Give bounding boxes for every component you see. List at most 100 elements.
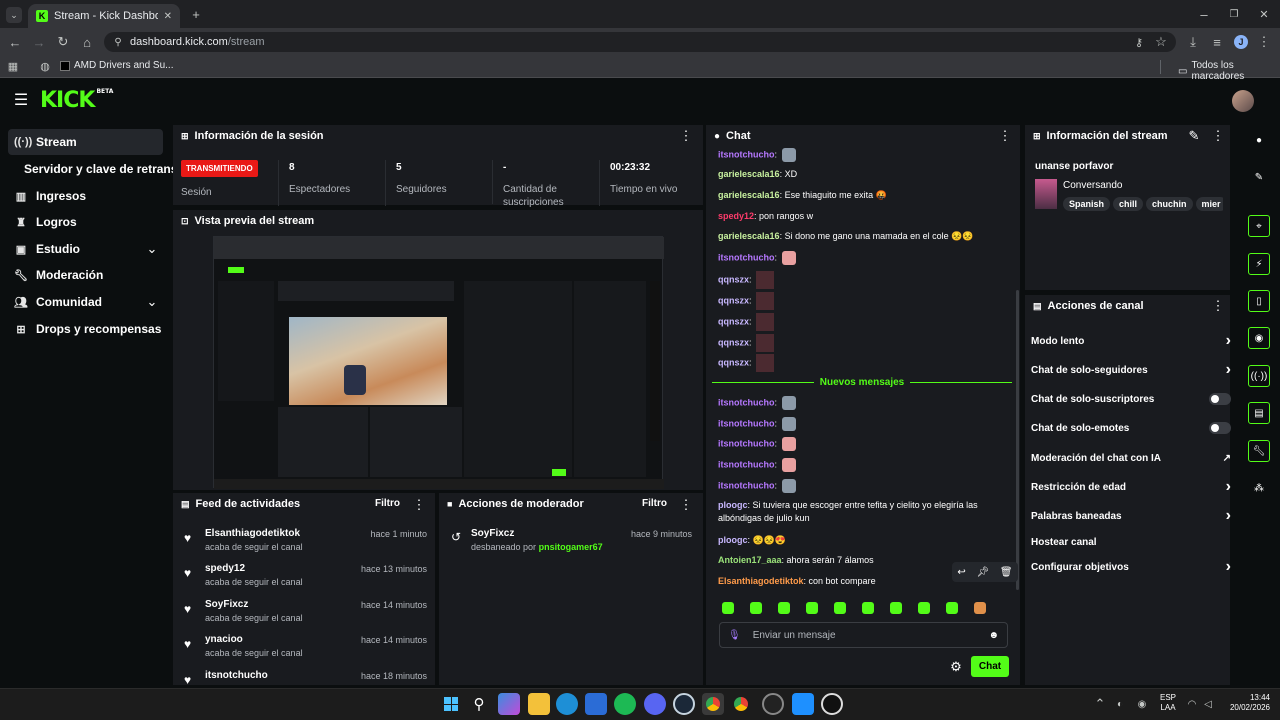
emote-icon[interactable] xyxy=(946,602,958,614)
sidebar-item-comunidad[interactable]: 👥︎ Comunidad xyxy=(8,289,163,315)
channel-action-item[interactable]: Chat de solo-emotes xyxy=(1031,417,1231,439)
chat-username[interactable]: qqnszx xyxy=(718,274,749,284)
pin-icon[interactable]: 📌︎ xyxy=(976,567,989,578)
chat-username[interactable]: itsnotchucho xyxy=(718,149,775,159)
chevron-right-icon[interactable]: › xyxy=(1226,558,1231,576)
sidebar-item-drops[interactable]: ⊞ Drops y recompensas xyxy=(8,316,163,342)
apps-grid-icon[interactable]: ▦ xyxy=(6,59,20,73)
chat-message[interactable]: qqnszx: xyxy=(718,334,1008,352)
user-avatar[interactable] xyxy=(1232,90,1254,112)
feed-filter-button[interactable]: Filtro xyxy=(375,498,400,509)
channel-action-item[interactable]: Configurar objetivos › xyxy=(1031,556,1231,578)
clock[interactable]: 13:44 20/02/2026 xyxy=(1226,693,1270,713)
lightning-tool-icon[interactable]: ⚡︎ xyxy=(1248,253,1270,275)
minimize-icon[interactable]: – xyxy=(1196,6,1212,22)
delete-icon[interactable]: 🗑︎ xyxy=(1000,567,1013,578)
channel-action-item[interactable]: Chat de solo-seguidores › xyxy=(1031,359,1231,381)
chat-message[interactable]: spedy12: pon rangos w xyxy=(718,210,1008,223)
users-tool-icon[interactable]: ⁂ xyxy=(1248,477,1270,499)
emote-icon[interactable] xyxy=(974,602,986,614)
maximize-icon[interactable]: ❐ xyxy=(1226,6,1242,22)
tray-app2-icon[interactable]: ◉ xyxy=(1136,697,1148,711)
pencil-tool-icon[interactable]: ✎ xyxy=(1248,166,1270,188)
reading-list-icon[interactable]: ≡ xyxy=(1210,34,1224,50)
emote-icon[interactable] xyxy=(778,602,790,614)
channel-action-item[interactable]: Moderación del chat con IA ↗ xyxy=(1031,447,1231,469)
emoji-picker-icon[interactable]: ☻ xyxy=(988,630,999,641)
sidebar-item-estudio[interactable]: ▣ Estudio xyxy=(8,236,163,262)
sidebar-item-logros[interactable]: ♜ Logros xyxy=(8,209,163,235)
stream-preview-video[interactable] xyxy=(213,236,664,489)
channel-action-item[interactable]: Palabras baneadas › xyxy=(1031,505,1231,527)
chat-username[interactable]: itsnotchucho xyxy=(718,252,775,262)
layers-tool-icon[interactable]: ▤ xyxy=(1248,402,1270,424)
edge-icon[interactable] xyxy=(556,693,578,715)
wrench-tool-icon[interactable]: 🔧︎ xyxy=(1248,440,1270,462)
chat-username[interactable]: itsnotchucho xyxy=(718,438,775,448)
feed-item[interactable]: ♥ SoyFixcz acaba de seguir el canal hace… xyxy=(182,599,432,633)
chevron-right-icon[interactable]: › xyxy=(1226,361,1231,379)
bookmark-star-icon[interactable]: ☆ xyxy=(1154,34,1168,50)
toggle-switch[interactable] xyxy=(1209,422,1231,434)
channel-action-item[interactable]: Hostear canal xyxy=(1031,531,1231,553)
emote-icon[interactable] xyxy=(806,602,818,614)
mic-icon[interactable]: 🎙︎ xyxy=(728,630,741,641)
chat-username[interactable]: qqnszx xyxy=(718,357,749,367)
chat-message[interactable]: qqnszx: xyxy=(718,354,1008,372)
feed-item[interactable]: ♥ ynacioo acaba de seguir el canal hace … xyxy=(182,634,432,668)
chat-message[interactable]: itsnotchucho: xyxy=(718,417,1008,431)
chat-message[interactable]: itsnotchucho: xyxy=(718,396,1008,410)
chat-username[interactable]: qqnszx xyxy=(718,337,749,347)
chat-message[interactable]: itsnotchucho: xyxy=(718,458,1008,472)
category-name[interactable]: Conversando xyxy=(1063,180,1122,191)
channel-actions-more-icon[interactable]: ⋮ xyxy=(1212,298,1225,313)
target-tool-icon[interactable]: ⌖ xyxy=(1248,215,1270,237)
chat-message[interactable]: qqnszx: xyxy=(718,292,1008,310)
info-circle-icon[interactable]: ● xyxy=(1248,129,1270,151)
bookmark-amd[interactable]: AMD Drivers and Su... xyxy=(60,60,173,71)
hamburger-menu-icon[interactable]: ☰ xyxy=(13,92,29,109)
chat-username[interactable]: itsnotchucho xyxy=(718,397,775,407)
reply-icon[interactable]: ↩ xyxy=(957,567,965,578)
emote-icon[interactable] xyxy=(834,602,846,614)
chat-message[interactable]: ploogc: 😣😣😍 xyxy=(718,534,1008,547)
mod-action-item[interactable]: ↺ SoyFixcz desbaneado por pnsitogamer67 … xyxy=(449,528,697,558)
chrome-profile-icon[interactable] xyxy=(734,697,748,711)
channel-action-item[interactable]: Chat de solo-suscriptores xyxy=(1031,388,1231,410)
profile-avatar[interactable]: J xyxy=(1234,35,1248,49)
app-icon[interactable] xyxy=(792,693,814,715)
chat-message[interactable]: qqnszx: xyxy=(718,271,1008,289)
emote-icon[interactable] xyxy=(862,602,874,614)
comunidad-chevron-down-icon[interactable]: ⌄ xyxy=(146,294,158,309)
chat-message[interactable]: itsnotchucho: xyxy=(718,437,1008,451)
search-icon[interactable]: ⚲ xyxy=(468,693,490,715)
kick-logo[interactable]: KICK BETA xyxy=(40,88,113,113)
chat-message[interactable]: garielescala16: Si dono me gano una mama… xyxy=(718,230,1008,243)
emote-quick-row[interactable] xyxy=(722,602,1012,616)
window-close-icon[interactable]: ✕ xyxy=(1256,6,1272,22)
obs-icon[interactable] xyxy=(762,693,784,715)
chevron-right-icon[interactable]: › xyxy=(1226,507,1231,525)
chat-username[interactable]: garielescala16 xyxy=(718,231,780,241)
chat-username[interactable]: qqnszx xyxy=(718,295,749,305)
feed-item[interactable]: ♥ spedy12 acaba de seguir el canal hace … xyxy=(182,563,432,597)
chat-username[interactable]: ploogc xyxy=(718,535,748,545)
feed-item[interactable]: ♥ Elsanthiagodetiktok acaba de seguir el… xyxy=(182,528,432,562)
steam-icon[interactable] xyxy=(673,693,695,715)
file-explorer-icon[interactable] xyxy=(528,693,550,715)
emote-icon[interactable] xyxy=(750,602,762,614)
chevron-right-icon[interactable]: › xyxy=(1226,478,1231,496)
tag[interactable]: mier xyxy=(1195,197,1223,211)
emote-icon[interactable] xyxy=(918,602,930,614)
browser-menu-icon[interactable]: ⋮ xyxy=(1258,34,1271,50)
broadcast-tool-icon[interactable]: ((·)) xyxy=(1248,365,1270,387)
edit-pencil-icon[interactable]: ✎ xyxy=(1188,128,1200,143)
toggle-switch[interactable] xyxy=(1209,393,1231,405)
tray-chevron-up-icon[interactable]: ⌃ xyxy=(1094,696,1106,711)
chat-scrollbar[interactable] xyxy=(1016,290,1019,590)
chat-username[interactable]: spedy12 xyxy=(718,211,754,221)
new-tab-icon[interactable]: + xyxy=(188,6,204,22)
channel-action-item[interactable]: Modo lento › xyxy=(1031,330,1231,352)
forward-icon[interactable]: → xyxy=(32,34,46,50)
wifi-icon[interactable]: ◠ xyxy=(1186,697,1198,711)
